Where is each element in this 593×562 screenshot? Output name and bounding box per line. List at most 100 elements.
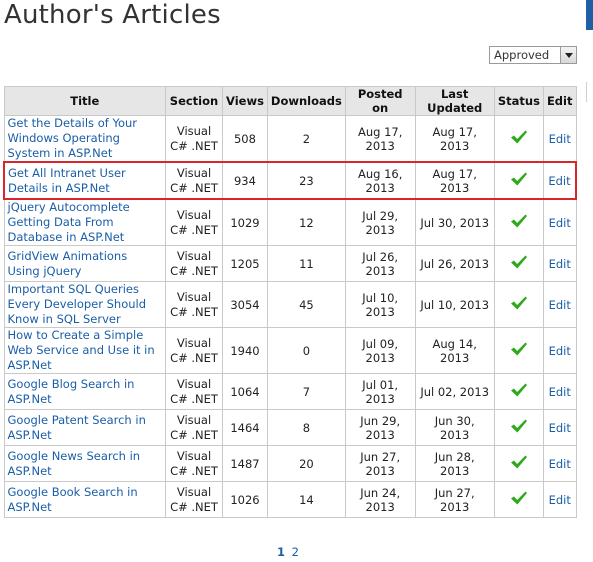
table-row: Important SQL Queries Every Developer Sh… bbox=[3, 281, 577, 328]
cell-title: Google Blog Search in ASP.Net bbox=[3, 373, 166, 410]
checkmark-icon bbox=[510, 213, 528, 229]
table-row: How to Create a Simple Web Service and U… bbox=[3, 327, 577, 374]
cell-status bbox=[493, 327, 544, 374]
cell-downloads: 20 bbox=[266, 445, 346, 482]
cell-posted-on: Jun 29, 2013 bbox=[344, 409, 416, 446]
article-title-link[interactable]: Google News Search in ASP.Net bbox=[8, 449, 141, 478]
column-header-status: Status bbox=[493, 86, 544, 116]
cell-last-updated: Jun 28, 2013 bbox=[414, 445, 495, 482]
table-row: Google News Search in ASP.Net Visual C# .… bbox=[3, 445, 577, 482]
cell-posted-on: Jun 27, 2013 bbox=[344, 445, 416, 482]
edit-link[interactable]: Edit bbox=[549, 216, 571, 230]
cell-status bbox=[493, 445, 544, 482]
cell-views: 1487 bbox=[222, 445, 268, 482]
checkmark-icon bbox=[510, 129, 528, 145]
cell-section: Visual C# .NET bbox=[165, 161, 223, 200]
cell-edit: Edit bbox=[542, 161, 577, 200]
article-title-link[interactable]: Google Patent Search in ASP.Net bbox=[8, 413, 146, 442]
cell-downloads: 0 bbox=[266, 327, 346, 374]
edit-link[interactable]: Edit bbox=[548, 174, 570, 188]
table-row: Google Patent Search in ASP.Net Visual C#… bbox=[3, 409, 577, 446]
checkmark-icon bbox=[510, 295, 528, 311]
cell-edit: Edit bbox=[542, 245, 577, 282]
checkmark-icon bbox=[510, 254, 528, 270]
edit-link[interactable]: Edit bbox=[549, 344, 571, 358]
article-title-link[interactable]: How to Create a Simple Web Service and U… bbox=[8, 328, 155, 372]
column-header-posted-on: Posted on bbox=[344, 86, 416, 116]
cell-title: Google Patent Search in ASP.Net bbox=[3, 409, 166, 446]
cell-views: 3054 bbox=[222, 281, 268, 328]
cell-section: Visual C# .NET bbox=[165, 115, 223, 163]
cell-title: GridView Animations Using jQuery bbox=[3, 245, 166, 282]
status-filter-select[interactable]: Approved bbox=[489, 46, 577, 64]
article-title-link[interactable]: GridView Animations Using jQuery bbox=[8, 249, 128, 278]
cell-posted-on: Jun 24, 2013 bbox=[344, 481, 416, 518]
articles-table: Title Section Views Downloads Posted on … bbox=[3, 86, 577, 518]
pagination-current-page: 1 bbox=[277, 545, 286, 559]
cell-title: Get the Details of Your Windows Operatin… bbox=[3, 115, 166, 163]
cell-last-updated: Aug 14, 2013 bbox=[414, 327, 495, 374]
cell-posted-on: Aug 16, 2013 bbox=[344, 161, 416, 200]
edit-link[interactable]: Edit bbox=[549, 421, 571, 435]
cell-section: Visual C# .NET bbox=[165, 198, 223, 246]
cell-views: 934 bbox=[222, 161, 268, 200]
cell-section: Visual C# .NET bbox=[165, 281, 223, 328]
cell-views: 1029 bbox=[222, 198, 268, 246]
cell-section: Visual C# .NET bbox=[165, 245, 223, 282]
table-row: Get the Details of Your Windows Operatin… bbox=[3, 115, 577, 163]
cell-last-updated: Aug 17, 2013 bbox=[414, 115, 495, 163]
edit-link[interactable]: Edit bbox=[549, 493, 571, 507]
cell-status bbox=[493, 198, 544, 246]
cell-posted-on: Jul 10, 2013 bbox=[344, 281, 416, 328]
cell-status bbox=[493, 373, 544, 410]
cell-edit: Edit bbox=[542, 409, 577, 446]
cell-section: Visual C# .NET bbox=[165, 373, 223, 410]
cell-edit: Edit bbox=[542, 198, 577, 246]
article-title-link[interactable]: Important SQL Queries Every Developer Sh… bbox=[8, 282, 147, 326]
column-header-last-updated: Last Updated bbox=[414, 86, 495, 116]
cell-title: How to Create a Simple Web Service and U… bbox=[3, 327, 166, 374]
cell-section: Visual C# .NET bbox=[165, 445, 223, 482]
cell-posted-on: Jul 29, 2013 bbox=[344, 198, 416, 246]
cell-status bbox=[493, 481, 544, 518]
cell-downloads: 23 bbox=[266, 161, 346, 200]
chevron-down-icon[interactable] bbox=[560, 47, 576, 63]
cell-downloads: 8 bbox=[266, 409, 346, 446]
pagination-page-link[interactable]: 2 bbox=[292, 545, 299, 559]
table-header-row: Title Section Views Downloads Posted on … bbox=[3, 86, 577, 116]
cell-downloads: 45 bbox=[266, 281, 346, 328]
cell-posted-on: Jul 01, 2013 bbox=[344, 373, 416, 410]
article-title-link[interactable]: Google Book Search in ASP.Net bbox=[8, 485, 138, 514]
table-row: jQuery Autocomplete Getting Data From Da… bbox=[3, 198, 577, 246]
cell-edit: Edit bbox=[542, 481, 577, 518]
status-filter-value: Approved bbox=[494, 48, 550, 62]
checkmark-icon bbox=[510, 341, 528, 357]
checkmark-icon bbox=[510, 171, 528, 187]
cell-title: Important SQL Queries Every Developer Sh… bbox=[3, 281, 166, 328]
cell-posted-on: Jul 09, 2013 bbox=[344, 327, 416, 374]
cell-downloads: 14 bbox=[266, 481, 346, 518]
cell-status bbox=[493, 281, 544, 328]
cell-edit: Edit bbox=[542, 281, 577, 328]
article-title-link[interactable]: Get the Details of Your Windows Operatin… bbox=[8, 116, 138, 160]
edit-link[interactable]: Edit bbox=[549, 257, 571, 271]
cell-last-updated: Jul 26, 2013 bbox=[414, 245, 495, 282]
table-row: Get All Intranet User Details in ASP.Net… bbox=[3, 161, 577, 200]
edit-link[interactable]: Edit bbox=[549, 132, 571, 146]
column-header-downloads: Downloads bbox=[266, 86, 346, 116]
cell-edit: Edit bbox=[542, 445, 577, 482]
article-title-link[interactable]: jQuery Autocomplete Getting Data From Da… bbox=[8, 200, 130, 244]
accent-bar bbox=[586, 0, 593, 30]
cell-edit: Edit bbox=[542, 373, 577, 410]
cell-downloads: 12 bbox=[266, 198, 346, 246]
edit-link[interactable]: Edit bbox=[549, 457, 571, 471]
edit-link[interactable]: Edit bbox=[549, 298, 571, 312]
edit-link[interactable]: Edit bbox=[549, 385, 571, 399]
article-title-link[interactable]: Google Blog Search in ASP.Net bbox=[8, 377, 135, 406]
cell-views: 508 bbox=[222, 115, 268, 163]
column-header-section: Section bbox=[165, 86, 223, 116]
cell-section: Visual C# .NET bbox=[165, 409, 223, 446]
checkmark-icon bbox=[510, 382, 528, 398]
page-title: Author's Articles bbox=[4, 0, 221, 30]
article-title-link[interactable]: Get All Intranet User Details in ASP.Net bbox=[8, 166, 126, 195]
